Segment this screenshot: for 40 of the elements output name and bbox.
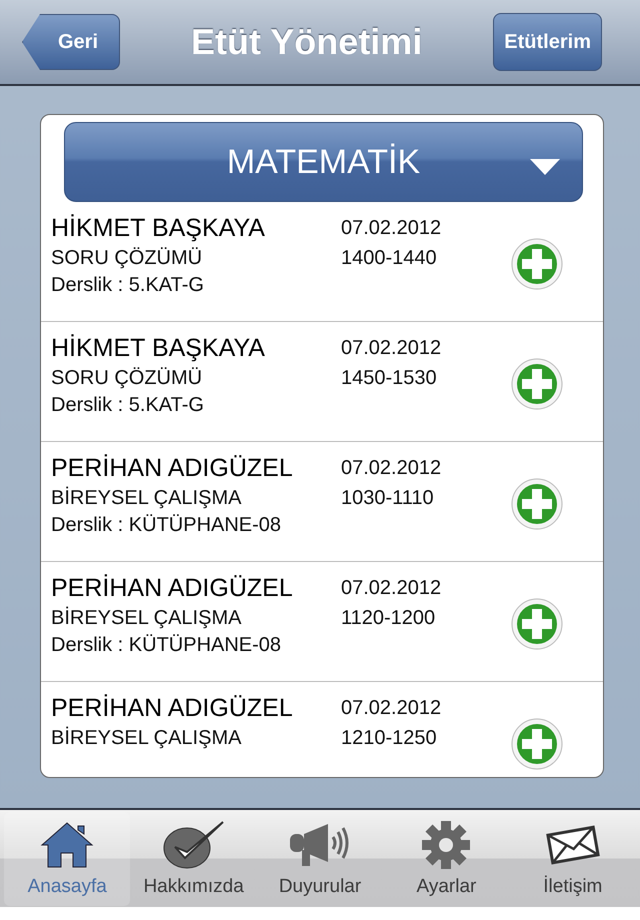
session-type: BİREYSEL ÇALIŞMA [51, 607, 242, 630]
tab-bar-item[interactable]: Hakkımızda [130, 812, 257, 906]
session-date: 07.02.2012 [341, 337, 442, 360]
add-icon[interactable] [511, 598, 563, 650]
subject-dropdown[interactable]: MATEMATİK [64, 122, 583, 202]
add-icon[interactable] [511, 718, 563, 770]
session-time: 1450-1530 [341, 367, 438, 390]
session-date: 07.02.2012 [341, 577, 442, 600]
classroom-label: Derslik : KÜTÜPHANE-08 [51, 634, 282, 657]
home-icon [40, 820, 94, 870]
nav-title: Etüt Yönetimi [190, 21, 422, 63]
session-type: SORU ÇÖZÜMÜ [51, 247, 204, 270]
tab-bar-item[interactable]: Ayarlar [383, 812, 510, 906]
session-time: 1120-1200 [341, 607, 436, 630]
classroom-label: Derslik : 5.KAT-G [51, 394, 205, 417]
session-time: 1400-1440 [341, 247, 438, 270]
session-time: 1210-1250 [341, 727, 438, 750]
session-date: 07.02.2012 [341, 457, 442, 480]
teacher-name: PERİHAN ADIGÜZEL [51, 454, 294, 483]
dropdown-arrow-icon [530, 159, 560, 175]
tab-bar-item[interactable]: İletişim [510, 812, 636, 906]
teacher-name: HİKMET BAŞKAYA [51, 214, 266, 243]
session-type: BİREYSEL ÇALIŞMA [51, 727, 242, 750]
back-button[interactable]: Geri [22, 14, 120, 70]
session-type: SORU ÇÖZÜMÜ [51, 367, 204, 390]
my-sessions-button[interactable]: Etütlerim [493, 13, 602, 71]
classroom-label: Derslik : KÜTÜPHANE-08 [51, 514, 282, 537]
add-icon[interactable] [511, 478, 563, 530]
teacher-name: PERİHAN ADIGÜZEL [51, 694, 294, 723]
add-icon[interactable] [511, 238, 563, 290]
tab-bar-item[interactable]: Duyurular [256, 812, 384, 906]
teacher-name: HİKMET BAŞKAYA [51, 334, 266, 363]
session-type: BİREYSEL ÇALIŞMA [51, 487, 242, 510]
gear-icon [421, 820, 472, 870]
teacher-name: PERİHAN ADIGÜZEL [51, 574, 294, 603]
classroom-label: Derslik : 5.KAT-G [51, 274, 205, 297]
session-date: 07.02.2012 [341, 217, 442, 240]
session-time: 1030-1110 [341, 487, 435, 510]
add-icon[interactable] [511, 358, 563, 410]
session-date: 07.02.2012 [341, 697, 442, 720]
